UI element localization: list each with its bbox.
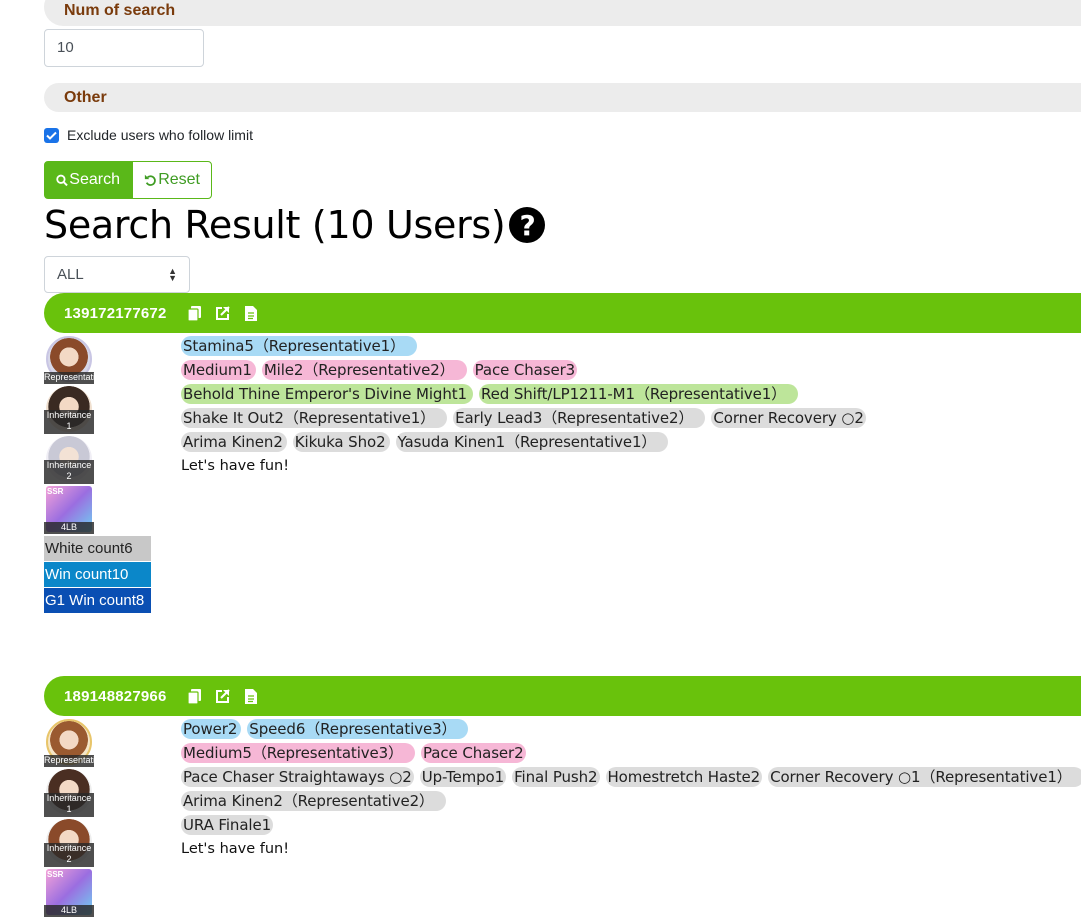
factor-tag: Kikuka Sho2 <box>292 432 390 452</box>
factor-tag: Corner Recovery ○1（Representative1） <box>768 767 1081 787</box>
exclude-follow-limit-checkbox[interactable] <box>44 127 59 143</box>
factor-tag: Pace Chaser Straightaways ○2 <box>181 767 414 787</box>
factor-row-unique: Behold Thine Emperor's Divine Might1 Red… <box>181 382 872 406</box>
exclude-follow-limit-label: Exclude users who follow limit <box>67 127 253 143</box>
other-label: Other <box>64 89 107 106</box>
factor-tag: Stamina5（Representative1） <box>181 336 418 356</box>
factor-tag: Medium5（Representative3） <box>181 743 416 763</box>
user-factors: Stamina5（Representative1） Medium1 Mile2（… <box>181 334 872 478</box>
user-factors: Power2 Speed6（Representative3） Medium5（R… <box>181 717 1081 861</box>
g1-win-count: G1 Win count8 <box>44 588 151 613</box>
reset-button-label: Reset <box>158 171 200 188</box>
representative-avatar[interactable]: Representati <box>44 719 94 767</box>
user-header-bar: 139172177672 <box>44 293 1081 333</box>
user-avatar-column: Representati Inheritance 1 Inheritance 2 S… <box>44 336 154 613</box>
factor-row-aptitude: Medium5（Representative3） Pace Chaser2 <box>181 741 1081 765</box>
num-of-search-header: Num of search <box>44 0 1081 26</box>
factor-row-aptitude: Medium1 Mile2（Representative2） Pace Chas… <box>181 358 872 382</box>
search-icon <box>56 174 68 186</box>
factor-tag: Pace Chaser3 <box>472 360 578 380</box>
factor-tag: Final Push2 <box>512 767 600 787</box>
factor-tag: Arima Kinen2（Representative2） <box>181 791 446 811</box>
support-card-avatar[interactable]: SSR 4LB <box>44 869 94 917</box>
num-of-search-input[interactable]: 10 <box>44 29 204 67</box>
external-link-icon[interactable] <box>213 688 233 704</box>
factor-row-scenario: URA Finale1 <box>181 813 1081 837</box>
search-result-title: Search Result (10 Users) ? <box>44 200 546 250</box>
search-button-group: Search Reset <box>44 161 212 199</box>
sort-arrows-icon: ▲ ▼ <box>168 265 177 283</box>
factor-row-stats: Power2 Speed6（Representative3） <box>181 717 1081 741</box>
factor-row-races: Arima Kinen2（Representative2） <box>181 789 1081 813</box>
result-filter-value: ALL <box>57 266 84 283</box>
other-header: Other <box>44 83 1081 112</box>
ssr-badge: SSR <box>47 487 64 496</box>
factor-tag: Early Lead3（Representative2） <box>453 408 706 428</box>
num-of-search-value: 10 <box>57 39 74 56</box>
ssr-badge: SSR <box>47 870 64 879</box>
factor-tag: Pace Chaser2 <box>421 743 526 763</box>
factor-tag: Mile2（Representative2） <box>261 360 467 380</box>
document-icon[interactable] <box>241 305 261 321</box>
factor-tag: Behold Thine Emperor's Divine Might1 <box>181 384 473 404</box>
factor-row-races: Arima Kinen2 Kikuka Sho2 Yasuda Kinen1（R… <box>181 430 872 454</box>
avatar-caption: 4LB <box>44 522 94 534</box>
support-card-avatar[interactable]: SSR 4LB <box>44 486 94 534</box>
avatar-caption: Inheritance 2 <box>44 843 94 867</box>
factor-tag: Corner Recovery ○2 <box>711 408 866 428</box>
inheritance-avatar-2[interactable]: Inheritance 2 <box>44 819 94 867</box>
user-id[interactable]: 189148827966 <box>64 688 167 705</box>
avatar-caption: Representati <box>44 755 94 767</box>
inheritance-avatar-1[interactable]: Inheritance 1 <box>44 769 94 817</box>
factor-tag: Red Shift/LP1211-M1（Representative1） <box>478 384 799 404</box>
factor-tag: Yasuda Kinen1（Representative1） <box>395 432 669 452</box>
representative-avatar[interactable]: Representati <box>44 336 94 384</box>
user-id[interactable]: 139172177672 <box>64 305 167 322</box>
result-filter-select[interactable]: ALL ▲ ▼ <box>44 256 190 293</box>
search-button[interactable]: Search <box>44 161 132 199</box>
user-header-bar: 189148827966 <box>44 676 1081 716</box>
check-icon <box>46 131 57 140</box>
user-comment: Let's have fun! <box>181 841 290 857</box>
white-count: White count6 <box>44 536 151 561</box>
factor-tag: Speed6（Representative3） <box>247 719 469 739</box>
exclude-follow-limit-row[interactable]: Exclude users who follow limit <box>44 126 253 144</box>
undo-icon <box>144 174 156 186</box>
factor-tag: Homestretch Haste2 <box>605 767 763 787</box>
factor-tag: Shake It Out2（Representative1） <box>181 408 448 428</box>
user-avatar-column: Representati Inheritance 1 Inheritance 2 S… <box>44 719 154 919</box>
copy-icon[interactable] <box>185 305 205 321</box>
inheritance-avatar-1[interactable]: Inheritance 1 <box>44 386 94 434</box>
factor-tag: Arima Kinen2 <box>181 432 287 452</box>
factor-row-skills: Pace Chaser Straightaways ○2 Up-Tempo1 F… <box>181 765 1081 789</box>
factor-row-skills: Shake It Out2（Representative1） Early Lea… <box>181 406 872 430</box>
search-button-label: Search <box>69 171 120 188</box>
reset-button[interactable]: Reset <box>132 161 212 199</box>
document-icon[interactable] <box>241 688 261 704</box>
avatar-caption: Inheritance 2 <box>44 460 94 484</box>
external-link-icon[interactable] <box>213 305 233 321</box>
win-count: Win count10 <box>44 562 151 587</box>
avatar-caption: Inheritance 1 <box>44 793 94 817</box>
avatar-caption: 4LB <box>44 905 94 917</box>
avatar-caption: Inheritance 1 <box>44 410 94 434</box>
search-result-heading: Search Result (10 Users) <box>44 203 506 247</box>
question-circle-icon[interactable]: ? <box>509 207 546 243</box>
factor-tag: Up-Tempo1 <box>419 767 507 787</box>
inheritance-avatar-2[interactable]: Inheritance 2 <box>44 436 94 484</box>
num-of-search-label: Num of search <box>64 2 176 19</box>
avatar-caption: Representati <box>44 372 94 384</box>
user-comment: Let's have fun! <box>181 458 290 474</box>
factor-tag: Medium1 <box>181 360 256 380</box>
factor-tag: Power2 <box>181 719 242 739</box>
factor-tag: URA Finale1 <box>181 815 274 835</box>
factor-row-stats: Stamina5（Representative1） <box>181 334 872 358</box>
copy-icon[interactable] <box>185 688 205 704</box>
